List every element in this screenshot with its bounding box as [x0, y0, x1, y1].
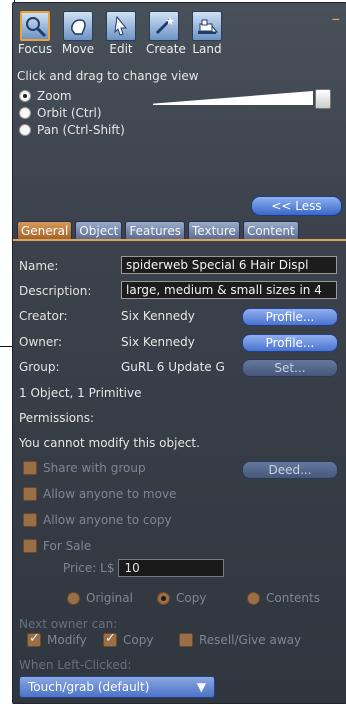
allow-copy-box[interactable]: [23, 513, 37, 527]
sale-copy-radio[interactable]: Copy: [157, 591, 206, 605]
price-row: Price: L$ 10: [63, 559, 225, 577]
creator-profile-button[interactable]: Profile...: [242, 308, 338, 326]
wand-icon: [149, 11, 179, 41]
left-click-dropdown[interactable]: Touch/grab (default) ▼: [19, 676, 215, 698]
owner-profile-button[interactable]: Profile...: [242, 334, 338, 352]
copy-label: Copy: [123, 633, 154, 647]
allow-copy-checkbox[interactable]: Allow anyone to copy: [23, 513, 172, 527]
tool-move-label: Move: [61, 42, 95, 56]
for-sale-label: For Sale: [43, 539, 92, 553]
group-label: Group:: [19, 360, 60, 374]
allow-copy-label: Allow anyone to copy: [43, 513, 172, 527]
allow-move-box[interactable]: [23, 487, 37, 501]
tool-land[interactable]: Land: [189, 11, 225, 56]
tool-move[interactable]: Move: [60, 11, 96, 56]
tool-edit[interactable]: Edit: [103, 11, 139, 56]
copy-checkbox[interactable]: Copy: [103, 631, 154, 647]
for-sale-box[interactable]: [23, 539, 37, 553]
sale-original-label: Original: [86, 591, 133, 605]
price-label: Price: L$: [63, 561, 115, 575]
radio-orbit-label: Orbit (Ctrl): [37, 106, 102, 120]
build-tool-panel: – Focus Move Edit Create Land Click and …: [12, 2, 346, 704]
share-with-group-checkbox[interactable]: Share with group: [23, 461, 146, 475]
modify-label: Modify: [47, 633, 87, 647]
sale-copy-label: Copy: [176, 591, 207, 605]
creator-label: Creator:: [19, 309, 68, 323]
sale-contents-label: Contents: [266, 591, 320, 605]
object-count: 1 Object, 1 Primitive: [19, 386, 142, 400]
tab-underline: [13, 239, 346, 241]
tool-create-label: Create: [146, 42, 186, 56]
less-button[interactable]: << Less: [251, 196, 342, 216]
set-group-button[interactable]: Set...: [242, 359, 338, 377]
description-label: Description:: [19, 284, 92, 298]
price-input[interactable]: 10: [118, 559, 225, 577]
name-field[interactable]: spiderweb Special 6 Hair Displ: [121, 256, 337, 274]
modify-checkbox[interactable]: Modify: [27, 631, 87, 647]
tool-create[interactable]: Create: [146, 11, 186, 56]
left-click-label: When Left-Clicked:: [19, 658, 132, 672]
deed-button[interactable]: Deed...: [242, 461, 338, 479]
for-sale-checkbox[interactable]: For Sale: [23, 539, 91, 553]
radio-zoom-label: Zoom: [37, 89, 72, 103]
resell-label: Resell/Give away: [199, 633, 302, 647]
magnifier-icon: [20, 11, 50, 41]
tab-content[interactable]: Content: [242, 221, 299, 240]
radio-zoom-dot[interactable]: [19, 90, 31, 102]
zoom-slider[interactable]: [153, 89, 331, 109]
radio-pan[interactable]: Pan (Ctrl-Shift): [19, 123, 125, 137]
radio-orbit[interactable]: Orbit (Ctrl): [19, 106, 102, 120]
bulldozer-icon: [192, 11, 222, 41]
owner-label: Owner:: [19, 335, 63, 349]
hand-icon: [63, 11, 93, 41]
sale-contents-radio[interactable]: Contents: [247, 591, 320, 605]
description-field[interactable]: large, medium & small sizes in 4: [121, 281, 337, 299]
share-with-group-label: Share with group: [43, 461, 146, 475]
tool-focus[interactable]: Focus: [17, 11, 53, 56]
allow-move-checkbox[interactable]: Allow anyone to move: [23, 487, 176, 501]
permissions-label: Permissions:: [19, 411, 95, 425]
permissions-notice: You cannot modify this object.: [19, 436, 200, 450]
zoom-slider-ramp: [153, 91, 313, 105]
next-owner-label: Next owner can:: [19, 617, 118, 631]
left-click-value: Touch/grab (default): [28, 680, 150, 694]
tool-focus-label: Focus: [17, 42, 53, 56]
focus-hint: Click and drag to change view: [17, 69, 199, 83]
owner-value: Six Kennedy: [121, 335, 195, 349]
share-with-group-box[interactable]: [23, 461, 37, 475]
radio-pan-label: Pan (Ctrl-Shift): [37, 123, 125, 137]
cursor-icon: [106, 11, 136, 41]
modify-box[interactable]: [27, 631, 41, 647]
tab-features[interactable]: Features: [125, 221, 185, 240]
allow-move-label: Allow anyone to move: [43, 487, 177, 501]
radio-orbit-dot[interactable]: [19, 107, 31, 119]
tool-land-label: Land: [192, 42, 222, 56]
copy-box[interactable]: [103, 631, 117, 647]
creator-value: Six Kennedy: [121, 309, 195, 323]
tool-selector: Focus Move Edit Create Land: [17, 11, 225, 56]
sale-contents-dot[interactable]: [247, 591, 260, 605]
tab-object[interactable]: Object: [75, 221, 123, 240]
chevron-down-icon: ▼: [196, 680, 206, 694]
resell-checkbox[interactable]: Resell/Give away: [179, 633, 301, 647]
zoom-slider-knob[interactable]: [315, 89, 331, 109]
name-label: Name:: [19, 259, 59, 273]
group-value: GuRL 6 Update G: [121, 360, 225, 374]
sale-copy-dot[interactable]: [157, 591, 170, 605]
sale-original-dot[interactable]: [67, 591, 80, 605]
sale-original-radio[interactable]: Original: [67, 591, 133, 605]
tab-texture[interactable]: Texture: [188, 221, 240, 240]
minimize-icon[interactable]: –: [332, 11, 341, 28]
tab-general[interactable]: General: [17, 221, 73, 240]
tool-edit-label: Edit: [109, 42, 133, 56]
resell-box[interactable]: [179, 633, 193, 647]
radio-pan-dot[interactable]: [19, 124, 31, 136]
radio-zoom[interactable]: Zoom: [19, 89, 72, 103]
tab-strip: General Object Features Texture Content: [17, 221, 299, 240]
